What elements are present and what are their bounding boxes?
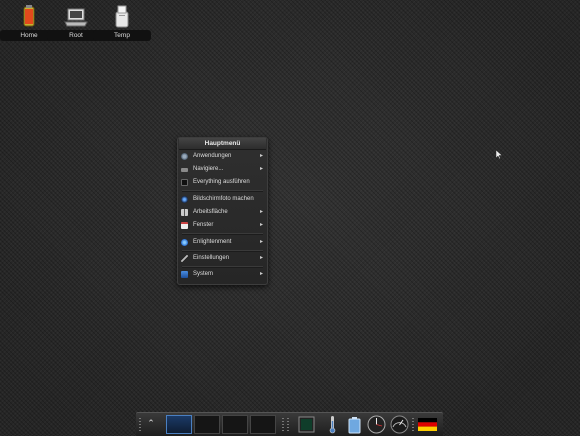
chevron-right-icon: ▸ <box>259 271 263 277</box>
chevron-right-icon: ▸ <box>259 255 263 261</box>
mouse-cursor-icon <box>496 150 502 159</box>
cpufreq-gauge-icon[interactable] <box>390 415 409 434</box>
menu-item-navigiere[interactable]: Navigiere... ▸ <box>179 164 266 175</box>
menu-item-system[interactable]: System ▸ <box>179 269 266 280</box>
chevron-right-icon: ▸ <box>259 153 263 159</box>
temp-folder-icon <box>115 5 129 28</box>
start-chevron-icon: ⌃ <box>147 419 155 429</box>
menu-separator <box>182 266 263 268</box>
pager-desk-4[interactable] <box>250 415 276 434</box>
pager-desk-1[interactable] <box>166 415 192 434</box>
menu-separator <box>182 250 263 252</box>
system-icon <box>181 271 188 278</box>
chevron-right-icon: ▸ <box>259 166 263 172</box>
pager-desk-2[interactable] <box>194 415 220 434</box>
start-button[interactable]: ⌃ <box>145 414 157 435</box>
shelf-grip-mid[interactable] <box>282 418 284 432</box>
run-everything-icon <box>181 179 188 186</box>
thermometer-icon[interactable] <box>323 415 342 434</box>
menu-item-bildschirmfoto[interactable]: Bildschirmfoto machen <box>179 194 266 205</box>
menu-item-arbeitsflaeche[interactable]: Arbeitsfläche ▸ <box>179 207 266 218</box>
applications-icon <box>181 153 188 160</box>
menu-separator <box>182 190 263 192</box>
chevron-right-icon: ▸ <box>259 222 263 228</box>
menu-item-everything[interactable]: Everything ausführen <box>179 177 266 188</box>
screenshot-icon <box>181 196 188 203</box>
home-folder-icon <box>23 5 35 27</box>
root-drive-icon <box>64 8 88 27</box>
settings-icon <box>181 255 188 262</box>
windows-icon <box>181 222 188 229</box>
menu-title: Hauptmenü <box>179 138 266 150</box>
main-menu: Hauptmenü Anwendungen ▸ Navigiere... ▸ E… <box>177 137 268 285</box>
clock-icon[interactable] <box>367 415 386 434</box>
menu-item-anwendungen[interactable]: Anwendungen ▸ <box>179 151 266 162</box>
menu-item-enlightenment[interactable]: Enlightenment ▸ <box>179 237 266 248</box>
battery-icon[interactable] <box>345 415 364 434</box>
shelf: ⌃ <box>136 412 443 436</box>
desktop-icon-temp[interactable]: Temp <box>93 2 151 41</box>
desktop-icon-label: Temp <box>93 30 151 41</box>
shelf-grip-mid[interactable] <box>287 418 289 432</box>
terminal-icon[interactable] <box>297 415 316 434</box>
desktop-icon <box>181 209 188 216</box>
shelf-grip-left[interactable] <box>139 418 141 432</box>
menu-item-fenster[interactable]: Fenster ▸ <box>179 220 266 231</box>
pager-desk-3[interactable] <box>222 415 248 434</box>
navigate-icon <box>181 168 188 172</box>
menu-separator <box>182 233 263 235</box>
chevron-right-icon: ▸ <box>259 209 263 215</box>
menu-item-einstellungen[interactable]: Einstellungen ▸ <box>179 253 266 264</box>
chevron-right-icon: ▸ <box>259 239 263 245</box>
german-flag-icon[interactable] <box>418 415 437 434</box>
enlightenment-icon <box>181 239 188 246</box>
shelf-grip-right[interactable] <box>412 418 414 432</box>
